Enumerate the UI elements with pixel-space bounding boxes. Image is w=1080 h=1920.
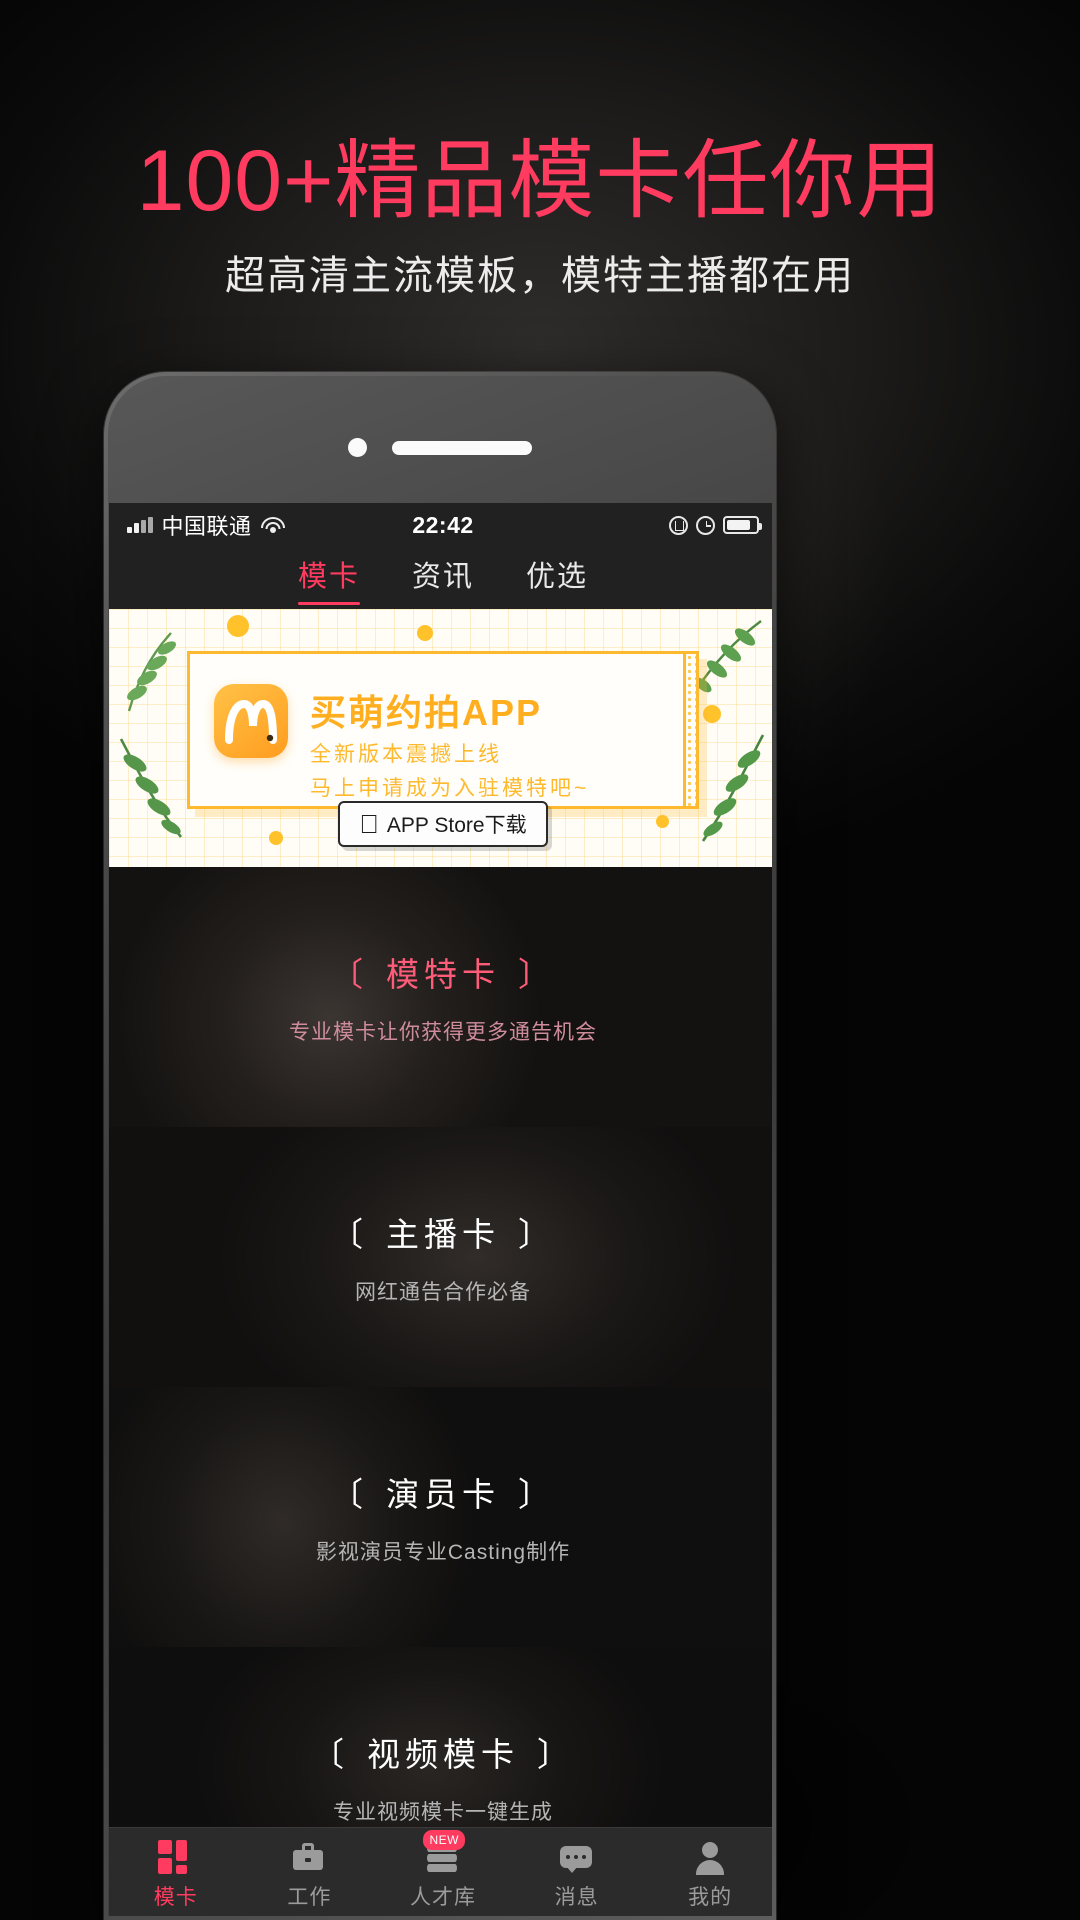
category-title: 演员卡: [386, 1476, 500, 1513]
category-scrim: [109, 867, 772, 1127]
banner-subtitle-1: 全新版本震撼上线: [310, 743, 502, 766]
bracket-right: 〕: [518, 1216, 556, 1253]
tab-bar-label: 我的: [688, 1886, 733, 1909]
category-subtitle: 网红通告合作必备: [355, 1281, 531, 1304]
person-icon: [692, 1840, 728, 1875]
bracket-right: 〕: [518, 956, 556, 993]
leaf-decoration-icon: [111, 729, 197, 845]
category-title: 主播卡: [386, 1216, 500, 1253]
banner-title: 买萌约拍APP: [310, 692, 543, 733]
tab-moka[interactable]: 模卡: [296, 549, 362, 607]
dot-decoration: [417, 625, 433, 641]
status-bar: 中国联通 22:42: [109, 503, 772, 547]
phone-mockup: 中国联通 22:42 模卡 资讯 优选 买萌约拍APP 全新版本震撼上线 马上申…: [104, 372, 776, 1920]
category-anchor-card[interactable]: 〔 主播卡 〕 网红通告合作必备: [109, 1127, 772, 1387]
promo-header: 100+精品模卡任你用 超高清主流模板，模特主播都在用: [0, 0, 1080, 296]
tab-youxuan[interactable]: 优选: [524, 549, 590, 607]
leaf-decoration-icon: [689, 727, 772, 847]
tab-bar-item-moka[interactable]: 模卡: [109, 1828, 243, 1916]
category-actor-card[interactable]: 〔 演员卡 〕 影视演员专业Casting制作: [109, 1387, 772, 1647]
category-scrim: [109, 1127, 772, 1387]
bracket-right: 〕: [537, 1736, 575, 1773]
category-title-row: 〔 主播卡 〕: [330, 1208, 556, 1256]
earpiece-speaker: [392, 441, 532, 455]
category-title-row: 〔 模特卡 〕: [330, 948, 556, 996]
category-title: 模特卡: [386, 956, 500, 993]
promo-banner[interactable]: 买萌约拍APP 全新版本震撼上线 马上申请成为入驻模特吧~  APP Stor…: [109, 609, 772, 867]
promo-headline: 100+精品模卡任你用: [136, 133, 944, 229]
dot-decoration: [703, 705, 721, 723]
category-subtitle: 影视演员专业Casting制作: [315, 1541, 571, 1564]
category-subtitle: 专业视频模卡一键生成: [333, 1801, 553, 1824]
grid-icon: [157, 1840, 194, 1874]
category-title-row: 〔 演员卡 〕: [330, 1468, 556, 1516]
m-app-logo-icon: [214, 684, 288, 758]
bracket-left: 〔: [330, 1216, 368, 1253]
tab-bar-label: 模卡: [153, 1886, 198, 1909]
tab-bar-item-profile[interactable]: 我的: [643, 1828, 772, 1916]
promo-subheadline: 超高清主流模板，模特主播都在用: [225, 254, 855, 298]
top-nav-tabs: 模卡 资讯 优选: [109, 547, 772, 609]
tab-bar-label: 工作: [287, 1886, 332, 1909]
bracket-left: 〔: [330, 1476, 368, 1513]
tab-bar-item-work[interactable]: 工作: [243, 1828, 377, 1916]
phone-screen: 中国联通 22:42 模卡 资讯 优选 买萌约拍APP 全新版本震撼上线 马上申…: [109, 503, 772, 1916]
battery-icon: [723, 516, 762, 534]
banner-subtitle-2: 马上申请成为入驻模特吧~: [310, 777, 590, 800]
leaf-decoration-icon: [115, 623, 187, 715]
category-title-row: 〔 视频模卡 〕: [311, 1728, 575, 1776]
appstore-download-label: APP Store下载: [377, 814, 527, 837]
category-title: 视频模卡: [367, 1736, 519, 1773]
tab-bar-item-messages[interactable]: 消息: [510, 1828, 644, 1916]
dot-decoration: [269, 831, 283, 845]
phone-top-bezel: [108, 376, 772, 503]
bottom-tab-bar: 模卡 工作 NEW 人才库 消息 我的: [109, 1827, 772, 1916]
new-badge: NEW: [423, 1830, 465, 1850]
category-model-card[interactable]: 〔 模特卡 〕 专业模卡让你获得更多通告机会: [109, 867, 772, 1127]
banner-card-dot-strip: [683, 651, 699, 809]
alarm-clock-icon: [696, 515, 715, 535]
category-list: 〔 模特卡 〕 专业模卡让你获得更多通告机会 〔 主播卡 〕 网红通告合作必备: [109, 867, 772, 1907]
chat-icon: [559, 1840, 595, 1874]
briefcase-icon: [291, 1840, 327, 1874]
front-camera-icon: [348, 438, 367, 457]
bracket-left: 〔: [311, 1736, 349, 1773]
appstore-download-button[interactable]:  APP Store下载: [338, 801, 548, 847]
tab-zixun[interactable]: 资讯: [410, 549, 476, 607]
tab-bar-label: 人才库: [409, 1886, 476, 1909]
tab-bar-label: 消息: [554, 1886, 599, 1909]
rotation-lock-icon: [669, 515, 688, 535]
apple-icon: : [359, 811, 379, 837]
dot-decoration: [656, 815, 669, 828]
tab-bar-item-talent-pool[interactable]: NEW 人才库: [376, 1828, 510, 1916]
bracket-left: 〔: [330, 956, 368, 993]
category-scrim: [109, 1387, 772, 1647]
bracket-right: 〕: [518, 1476, 556, 1513]
dot-decoration: [227, 615, 249, 637]
layers-icon: NEW: [423, 1830, 465, 1874]
banner-card: 买萌约拍APP 全新版本震撼上线 马上申请成为入驻模特吧~: [187, 651, 699, 809]
category-subtitle: 专业模卡让你获得更多通告机会: [289, 1021, 597, 1044]
